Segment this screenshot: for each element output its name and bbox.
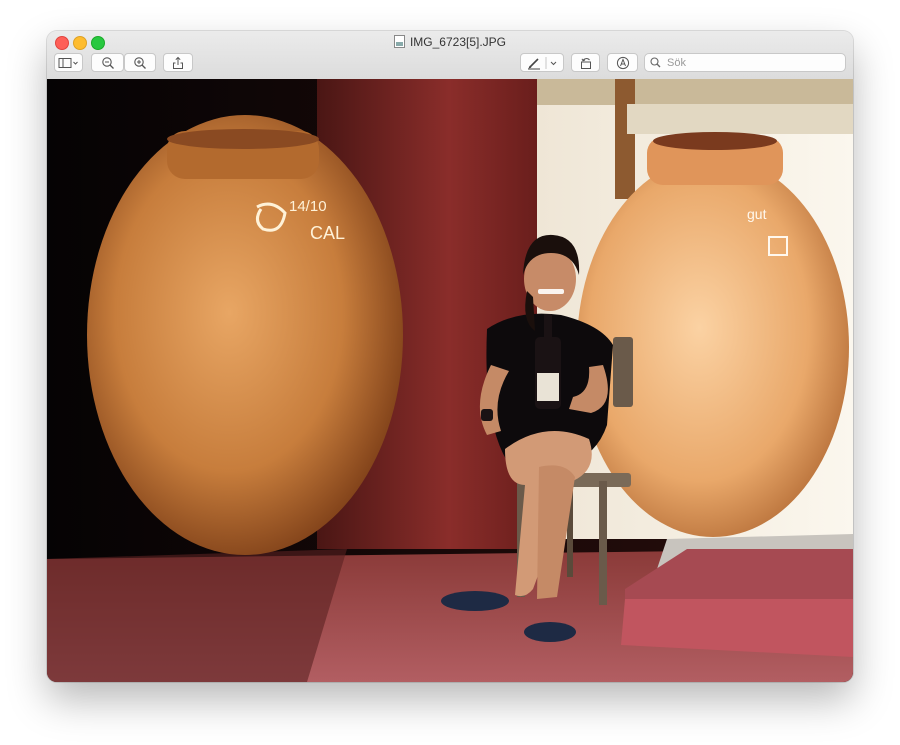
preview-window: IMG_6723[5].JPG Sök 14/10 CAL gut <box>47 31 853 682</box>
zoom-in-button[interactable] <box>124 53 156 72</box>
share-icon <box>173 56 183 69</box>
rotate-left-icon <box>580 57 591 69</box>
search-field[interactable] <box>644 53 846 72</box>
window-title: IMG_6723[5].JPG <box>409 35 507 49</box>
jar-scratch-date: 14/10 <box>289 198 327 215</box>
sidebar-toggle-button[interactable] <box>54 53 83 72</box>
markup-button[interactable] <box>520 53 564 72</box>
window-toolbar: IMG_6723[5].JPG <box>47 31 853 80</box>
rotate-button[interactable] <box>571 53 600 72</box>
window-title-bar: IMG_6723[5].JPG <box>47 34 853 50</box>
sidebar-icon <box>58 57 78 68</box>
magnifier-minus-icon <box>101 56 114 69</box>
jar-scratch-text: CAL <box>310 223 345 243</box>
photo: 14/10 CAL gut <box>47 79 853 682</box>
search-icon <box>650 57 661 68</box>
zoom-out-button[interactable] <box>91 53 124 72</box>
jar-right-scratch: gut <box>747 206 767 222</box>
markup-circle-icon <box>616 56 629 69</box>
image-canvas[interactable]: 14/10 CAL gut <box>47 79 853 682</box>
document-icon <box>393 35 405 48</box>
pen-icon <box>528 56 557 69</box>
share-button[interactable] <box>163 53 193 72</box>
magnifier-plus-icon <box>134 56 146 69</box>
search-input[interactable] <box>665 55 839 70</box>
annotate-button[interactable] <box>607 53 638 72</box>
